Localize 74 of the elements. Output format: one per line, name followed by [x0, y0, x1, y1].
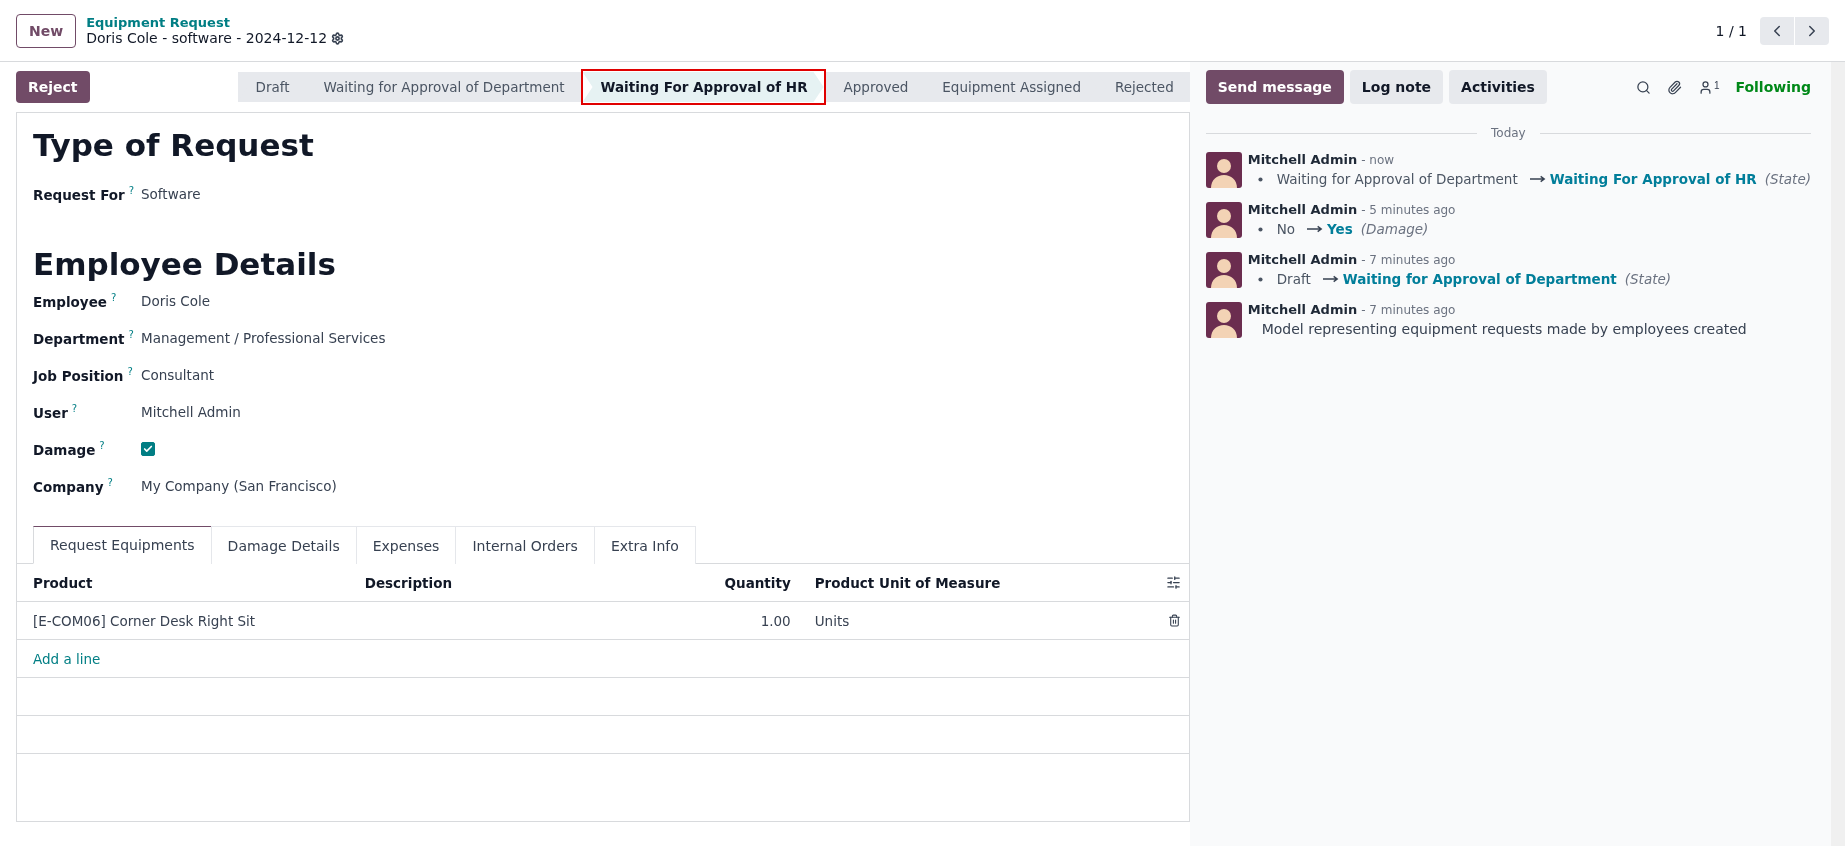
notebook-tab[interactable]: Request Equipments: [33, 526, 212, 564]
avatar-icon: [1205, 302, 1242, 338]
field-label: Damage $^{?}$: [33, 439, 106, 458]
table-cell: 1.00: [588, 602, 799, 640]
search-icon[interactable]: [1635, 79, 1651, 95]
field-value: Management / Professional Services: [141, 329, 386, 346]
field-name: (Damage): [1360, 221, 1429, 237]
arrow-icon: [1307, 225, 1324, 233]
new-button[interactable]: New: [16, 13, 77, 48]
message-author: Mitchell Admin: [1247, 302, 1358, 317]
avatar-icon: [1205, 202, 1242, 238]
field-name: (State): [1764, 171, 1811, 187]
notebook-tab[interactable]: Damage Details: [210, 526, 357, 564]
notebook-tab[interactable]: Extra Info: [593, 526, 696, 564]
new-value: Yes: [1327, 221, 1353, 237]
bullet-icon: [1257, 226, 1263, 232]
new-value: Waiting for Approval of Department: [1342, 271, 1617, 287]
message-author: Mitchell Admin: [1247, 152, 1358, 167]
chatter-button[interactable]: Log note: [1349, 70, 1444, 104]
chatter-button[interactable]: Activities: [1449, 70, 1547, 104]
message-time: - 5 minutes ago: [1361, 202, 1456, 217]
bullet-icon: [1257, 176, 1263, 182]
status-stage[interactable]: Waiting For Approval of HR: [582, 72, 824, 102]
field-label: User $^{?}$: [33, 402, 79, 421]
date-separator: Today: [1491, 126, 1526, 140]
new-value: Waiting For Approval of HR: [1549, 171, 1757, 187]
section-heading: Employee Details: [33, 246, 337, 282]
paperclip-icon[interactable]: [1666, 79, 1682, 95]
breadcrumb-link[interactable]: Equipment Request: [86, 15, 345, 30]
table-cell: Units: [798, 602, 1159, 640]
column-settings-icon[interactable]: [1165, 575, 1181, 590]
followers-button[interactable]: 1: [1697, 79, 1720, 95]
field-value: Software: [141, 185, 201, 202]
delete-icon[interactable]: [1167, 614, 1181, 627]
section-heading: Type of Request: [33, 127, 315, 163]
bullet-icon: [1257, 276, 1263, 282]
arrow-icon: [1322, 275, 1339, 283]
message-time: - 7 minutes ago: [1361, 302, 1456, 317]
reject-button[interactable]: Reject: [16, 71, 90, 103]
field-name: (State): [1624, 271, 1672, 287]
column-header[interactable]: Description: [348, 564, 589, 602]
old-value: Waiting for Approval of Department: [1276, 171, 1518, 187]
table-cell: [E-COM06] Corner Desk Right Sit: [17, 602, 349, 640]
chatter-button[interactable]: Send message: [1205, 70, 1344, 104]
field-value: Consultant: [141, 366, 214, 383]
field-label: Request For $^{?}$: [33, 184, 136, 203]
field-value: Mitchell Admin: [141, 403, 241, 420]
checkbox[interactable]: [141, 441, 155, 456]
field-value: My Company (San Francisco): [141, 477, 337, 494]
notebook-tab[interactable]: Expenses: [355, 526, 457, 564]
settings-icon[interactable]: [331, 31, 345, 45]
column-header[interactable]: Product: [17, 564, 349, 602]
old-value: Draft: [1276, 271, 1311, 287]
pager-counter: 1 / 1: [1715, 22, 1747, 39]
old-value: No: [1276, 221, 1296, 237]
notebook-tab[interactable]: Internal Orders: [455, 526, 595, 564]
avatar-icon: [1205, 152, 1242, 188]
avatar-icon: [1205, 252, 1242, 288]
message-author: Mitchell Admin: [1247, 252, 1358, 267]
field-label: Employee $^{?}$: [33, 291, 118, 310]
record-title: Doris Cole - software - 2024-12-12: [86, 30, 328, 46]
field-value: Doris Cole: [141, 292, 211, 309]
field-label: Job Position $^{?}$: [33, 365, 134, 384]
column-header[interactable]: Product Unit of Measure: [798, 564, 1159, 602]
field-label: Company $^{?}$: [33, 476, 114, 495]
column-header[interactable]: Quantity: [588, 564, 799, 602]
message-time: - now: [1361, 152, 1395, 167]
following-button[interactable]: Following: [1735, 79, 1811, 95]
message-body: Model representing equipment requests made by employees created: [1261, 321, 1747, 337]
message-time: - 7 minutes ago: [1361, 252, 1456, 267]
arrow-icon: [1529, 175, 1546, 183]
field-label: Department $^{?}$: [33, 328, 135, 347]
message-author: Mitchell Admin: [1247, 202, 1358, 217]
add-line-link[interactable]: Add a line: [33, 650, 101, 667]
